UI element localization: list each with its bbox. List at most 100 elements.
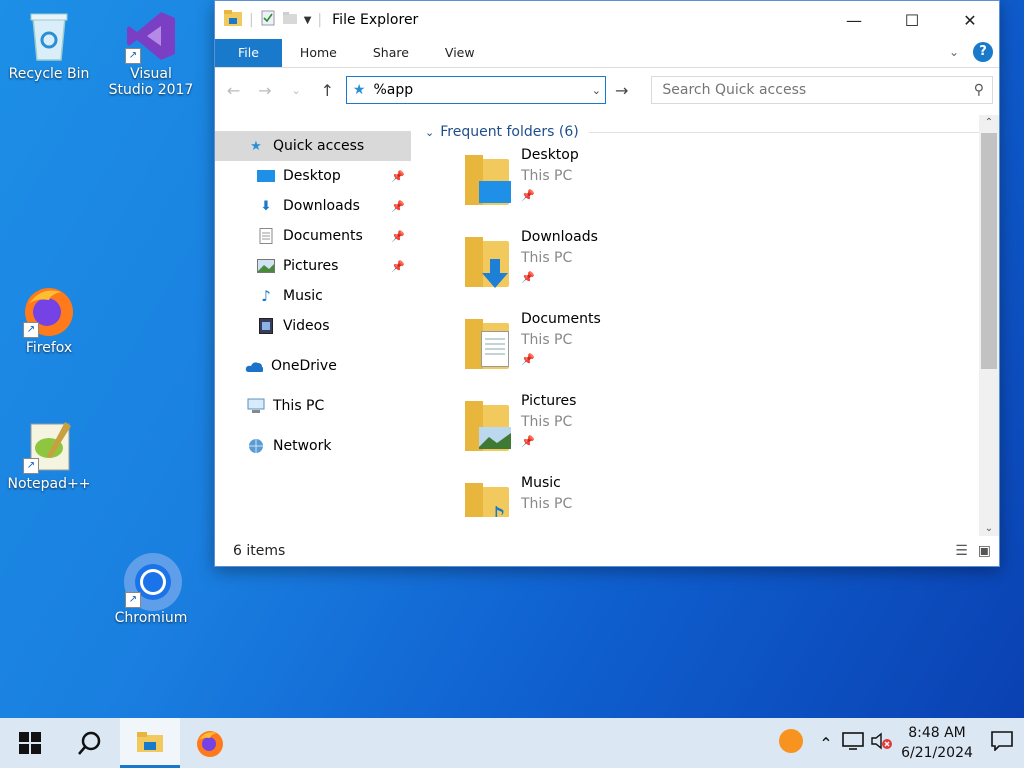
recent-locations-dropdown[interactable]: ⌄ — [283, 84, 308, 97]
pin-icon: 📌 — [391, 259, 405, 273]
nav-quick-access[interactable]: ★ Quick access — [215, 131, 411, 161]
properties-icon[interactable] — [260, 10, 276, 30]
folder-name: Desktop — [521, 147, 579, 163]
close-button[interactable]: ✕ — [941, 1, 999, 39]
clock-time: 8:48 AM — [908, 725, 966, 741]
volume-muted-icon[interactable] — [870, 732, 894, 754]
downloads-icon: ⬇ — [260, 198, 272, 214]
notifications-icon[interactable] — [980, 730, 1024, 756]
recycle-bin-icon — [21, 8, 77, 64]
tab-view[interactable]: View — [427, 39, 493, 67]
scroll-down-arrow-icon[interactable]: ⌄ — [979, 523, 999, 534]
folder-location: This PC — [521, 250, 573, 266]
scroll-up-arrow-icon[interactable]: ⌃ — [979, 117, 999, 128]
desktop-icon-firefox[interactable]: ↗ Firefox — [4, 282, 94, 356]
pictures-icon — [257, 258, 275, 274]
taskbar-file-explorer[interactable] — [120, 718, 180, 768]
documents-folder-icon — [465, 317, 517, 375]
firefox-icon — [197, 731, 223, 757]
nav-onedrive[interactable]: OneDrive — [215, 351, 411, 381]
address-dropdown-icon[interactable]: ⌄ — [592, 84, 601, 97]
collapse-chevron-icon[interactable]: ⌄ — [425, 126, 434, 139]
nav-this-pc[interactable]: This PC — [215, 391, 411, 421]
quick-access-toolbar: | ▼ — [215, 9, 311, 31]
details-view-icon[interactable]: ☰ — [955, 543, 968, 559]
tab-file[interactable]: File — [215, 39, 282, 67]
window-title: File Explorer — [332, 12, 419, 28]
go-button[interactable]: → — [612, 81, 631, 100]
nav-videos[interactable]: Videos — [215, 311, 411, 341]
nav-network[interactable]: Network — [215, 431, 411, 461]
explorer-body: ★ Quick access Desktop 📌 ⬇ Downloads 📌 D… — [215, 115, 999, 536]
desktop-icon-chromium[interactable]: ↗ Chromium — [106, 552, 196, 626]
pin-icon: 📌 — [521, 435, 535, 448]
pin-icon: 📌 — [521, 271, 535, 284]
large-icons-view-icon[interactable]: ▣ — [978, 543, 991, 559]
folder-tile-downloads[interactable]: Downloads This PC 📌 — [465, 225, 999, 307]
item-count: 6 items — [233, 543, 286, 559]
address-input[interactable] — [371, 81, 576, 99]
network-monitor-icon[interactable] — [836, 732, 870, 754]
pin-icon: 📌 — [391, 199, 405, 213]
nav-desktop[interactable]: Desktop 📌 — [215, 161, 411, 191]
taskbar: ⌃ 8:48 AM 6/21/2024 — [0, 718, 1024, 768]
search-icon — [78, 731, 101, 755]
windows-logo-icon — [19, 732, 41, 754]
taskbar-firefox[interactable] — [180, 718, 240, 768]
show-hidden-icons-chevron[interactable]: ⌃ — [816, 734, 836, 753]
quick-access-star-icon: ★ — [352, 82, 366, 98]
up-button[interactable]: ↑ — [315, 81, 340, 100]
desktop-icon-recycle-bin[interactable]: Recycle Bin — [4, 8, 94, 82]
folder-location: This PC — [521, 414, 573, 430]
firefox-icon: ↗ — [21, 282, 77, 338]
back-button[interactable]: ← — [221, 81, 246, 100]
shortcut-arrow-icon: ↗ — [125, 48, 141, 64]
scrollbar-thumb[interactable] — [981, 133, 997, 369]
downloads-folder-icon — [465, 235, 517, 293]
customize-toolbar-dropdown-icon[interactable]: ▼ — [304, 15, 312, 26]
pin-icon: 📌 — [391, 169, 405, 183]
folder-location: This PC — [521, 496, 573, 512]
new-folder-icon[interactable] — [282, 10, 298, 30]
system-clock[interactable]: 8:48 AM 6/21/2024 — [894, 723, 980, 763]
folder-tile-documents[interactable]: Documents This PC 📌 — [465, 307, 999, 389]
system-tray: ⌃ 8:48 AM 6/21/2024 — [766, 718, 1024, 768]
clock-date: 6/21/2024 — [901, 745, 973, 761]
network-icon — [247, 438, 265, 454]
address-bar[interactable]: ★ ⌄ — [345, 76, 606, 104]
nav-documents[interactable]: Documents 📌 — [215, 221, 411, 251]
desktop-icon-visual-studio[interactable]: ↗ Visual Studio 2017 — [106, 8, 196, 98]
desktop-icon-label: Firefox — [25, 340, 73, 356]
search-button[interactable] — [60, 718, 120, 768]
desktop-icon — [257, 168, 275, 184]
desktop-icon-label: Recycle Bin — [8, 66, 90, 82]
vertical-scrollbar[interactable]: ⌃ ⌄ — [979, 115, 999, 536]
minimize-button[interactable]: — — [825, 1, 883, 39]
tab-share[interactable]: Share — [355, 39, 427, 67]
search-box[interactable]: ⚲ — [651, 76, 994, 104]
expand-ribbon-chevron-icon[interactable]: ⌄ — [949, 45, 959, 59]
file-explorer-window: | ▼ | File Explorer — ☐ ✕ File Home Shar… — [214, 0, 1000, 567]
help-icon[interactable]: ? — [973, 42, 993, 62]
tab-home[interactable]: Home — [282, 39, 355, 67]
status-bar: 6 items ☰ ▣ — [215, 536, 999, 566]
pin-icon: 📌 — [521, 189, 535, 202]
nav-downloads[interactable]: ⬇ Downloads 📌 — [215, 191, 411, 221]
nav-pictures[interactable]: Pictures 📌 — [215, 251, 411, 281]
desktop-icon-notepadpp[interactable]: ↗ Notepad++ — [4, 418, 94, 492]
desktop-icon-label: Notepad++ — [7, 476, 91, 492]
folder-tile-desktop[interactable]: Desktop This PC 📌 — [465, 143, 999, 225]
folder-tile-music[interactable]: ♪ Music This PC — [465, 471, 999, 517]
start-button[interactable] — [0, 718, 60, 768]
nav-music[interactable]: ♪ Music — [215, 281, 411, 311]
desktop-icon-label: Chromium — [114, 610, 188, 626]
address-row: ← → ⌄ ↑ ★ ⌄ → ⚲ — [215, 68, 999, 112]
shortcut-arrow-icon: ↗ — [125, 592, 141, 608]
frequent-folders-header[interactable]: ⌄ Frequent folders (6) — [425, 121, 999, 143]
search-input[interactable] — [660, 81, 955, 99]
status-orange-circle-icon[interactable] — [766, 728, 816, 758]
folder-tile-pictures[interactable]: Pictures This PC 📌 — [465, 389, 999, 471]
maximize-button[interactable]: ☐ — [883, 1, 941, 39]
desktop-icon-label: Visual Studio 2017 — [108, 66, 194, 98]
forward-button[interactable]: → — [252, 81, 277, 100]
